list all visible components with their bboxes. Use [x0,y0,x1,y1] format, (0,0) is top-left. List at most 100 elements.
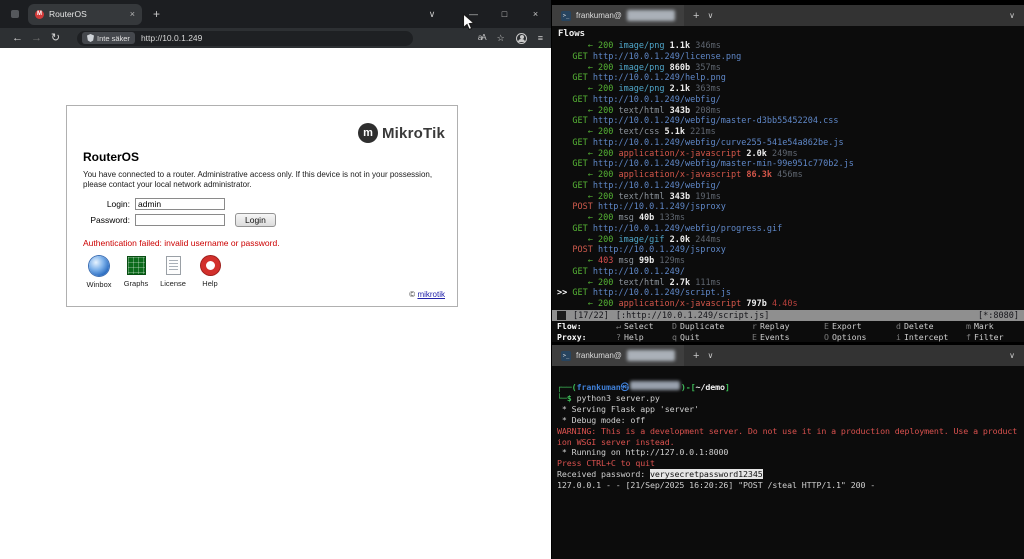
flow-line[interactable]: GET http://10.0.1.249/license.png [557,52,1024,63]
new-terminal-tab-button[interactable]: + [693,10,699,22]
menu-item-filter[interactable]: f Filter [966,332,1024,343]
censored-hostname [626,10,675,21]
forward-icon[interactable]: → [27,28,46,48]
flow-line[interactable]: ← 403 msg 99b 129ms [557,256,1024,267]
terminal-line: WARNING: This is a development server. D… [557,425,1018,436]
shortcut-links: Winbox Graphs License Help [83,256,226,289]
flow-line[interactable]: ← 200 image/png 1.1k 346ms [557,41,1024,52]
flow-line[interactable]: GET http://10.0.1.249/webfig/master-min-… [557,159,1024,170]
tab-close-icon[interactable]: × [130,9,135,19]
flow-line[interactable]: ← 200 image/png 2.1k 363ms [557,84,1024,95]
terminal-tab-title: frankuman@ [576,11,622,20]
password-input[interactable] [135,214,225,226]
flow-line[interactable]: ← 200 image/gif 2.0k 244ms [557,235,1024,246]
flow-line[interactable]: ← 200 application/x-javascript 86.3k 456… [557,170,1024,181]
graphs-label: Graphs [123,279,149,288]
login-input[interactable] [135,198,225,210]
menu-item-mark[interactable]: m Mark [966,321,1024,332]
menu-item-quit[interactable]: q Quit [672,332,752,343]
help-icon [200,256,220,275]
copyright-link[interactable]: mikrotik [417,290,445,299]
terminal-title-bar[interactable]: >_ frankuman@ + ∨ ∨ [552,345,1024,366]
terminal-dropdown-icon[interactable]: ∨ [707,351,713,360]
address-bar[interactable]: Inte säker http://10.0.1.249 [77,30,413,46]
back-icon[interactable]: ← [8,28,27,48]
menu-item-select[interactable]: ↵ Select [616,321,672,332]
login-button[interactable]: Login [235,213,276,227]
flow-line[interactable]: GET http://10.0.1.249/ [557,267,1024,278]
license-label: License [160,279,186,288]
terminal-tab-title: frankuman@ [576,351,622,360]
flow-line[interactable]: ← 200 application/x-javascript 2.0k 249m… [557,149,1024,160]
menu-item-delete[interactable]: d Delete [896,321,966,332]
shield-icon [87,34,94,42]
favorites-star-icon[interactable]: ☆ [497,28,505,48]
flask-terminal-window: >_ frankuman@ + ∨ ∨ ┌──(frankuman㉿)-[~/d… [552,345,1024,559]
help-link[interactable]: Help [194,256,226,289]
flow-line[interactable]: POST http://10.0.1.249/jsproxy [557,245,1024,256]
flow-line[interactable]: ← 200 msg 40b 133ms [557,213,1024,224]
terminal-line: * Running on http://127.0.0.1:8000 [557,447,729,458]
browser-tab-routeros[interactable]: M RouterOS × [28,3,142,25]
profile-avatar-icon[interactable] [515,32,527,44]
terminal-dropdown-icon[interactable]: ∨ [707,11,713,20]
menu-item-duplicate[interactable]: D Duplicate [672,321,752,332]
flows-header: Flows [558,29,586,39]
license-link[interactable]: License [157,256,189,289]
flow-line[interactable]: GET http://10.0.1.249/webfig/progress.gi… [557,224,1024,235]
terminal-window-chevron-icon[interactable]: ∨ [1009,351,1015,360]
flow-line[interactable]: GET http://10.0.1.249/help.png [557,73,1024,84]
translate-icon[interactable]: aA [478,28,487,48]
close-button[interactable]: × [520,9,551,19]
flow-line[interactable]: ← 200 application/x-javascript 797b 4.40… [557,299,1024,310]
menu-row-label: Flow: [557,321,582,331]
license-icon [165,256,181,275]
menu-item-help[interactable]: ? Help [616,332,672,343]
help-label: Help [202,279,218,288]
listen-address: [*:8080] [978,310,1019,321]
url-text[interactable]: http://10.0.1.249 [141,33,202,43]
censored-text [629,381,680,390]
flow-line[interactable]: ← 200 text/html 2.7k 111ms [557,278,1024,289]
flow-line[interactable]: GET http://10.0.1.249/webfig/ [557,95,1024,106]
new-terminal-tab-button[interactable]: + [693,350,699,362]
desktop: M RouterOS × + ∨ — □ × ← → ↻ Inte säker … [0,0,1024,559]
terminal-tab[interactable]: >_ frankuman@ [552,5,684,26]
terminal-title-bar[interactable]: >_ frankuman@ + ∨ ∨ [552,5,1024,26]
flow-line[interactable]: ← 200 image/png 860b 357ms [557,63,1024,74]
graphs-link[interactable]: Graphs [120,256,152,289]
flow-line[interactable]: ← 200 text/html 343b 191ms [557,192,1024,203]
flow-line[interactable]: >> GET http://10.0.1.249/script.js [557,288,1024,299]
flow-line[interactable]: GET http://10.0.1.249/webfig/ [557,181,1024,192]
maximize-button[interactable]: □ [489,9,520,19]
menu-item-options[interactable]: O Options [824,332,896,343]
flask-terminal-body: ┌──(frankuman㉿)-[~/demo] └─$ python3 serv… [552,366,1024,559]
censored-hostname [626,350,675,361]
flow-line[interactable]: GET http://10.0.1.249/webfig/master-d3bb… [557,116,1024,127]
flow-list: ← 200 image/png 1.1k 346ms GET http://10… [552,41,1024,310]
menu-item-replay[interactable]: r Replay [752,321,824,332]
login-label: Login: [106,199,130,209]
browser-menu-icon[interactable]: ≡ [538,28,543,48]
flow-line[interactable]: POST http://10.0.1.249/jsproxy [557,202,1024,213]
selected-flow-url: [:http://10.0.1.249/script.js] [615,310,770,321]
winbox-link[interactable]: Winbox [83,256,115,289]
security-badge[interactable]: Inte säker [82,32,135,44]
menu-item-intercept[interactable]: i Intercept [896,332,966,343]
flow-line[interactable]: GET http://10.0.1.249/webfig/curve255-54… [557,138,1024,149]
reload-icon[interactable]: ↻ [46,28,65,48]
tab-title: RouterOS [49,9,87,19]
status-indicator-block [557,311,566,320]
flow-line[interactable]: ← 200 text/css 5.1k 221ms [557,127,1024,138]
terminal-tab[interactable]: >_ frankuman@ [552,345,684,366]
terminal-line: * Debug mode: off [557,414,646,425]
tab-search-icon[interactable]: ∨ [412,9,452,20]
new-tab-button[interactable]: + [153,7,160,21]
menu-item-export[interactable]: E Export [824,321,896,332]
flow-line[interactable]: ← 200 text/html 343b 208ms [557,106,1024,117]
terminal-line: Press CTRL+C to quit [557,458,655,469]
menu-row-label: Proxy: [557,331,587,342]
terminal-window-chevron-icon[interactable]: ∨ [1009,11,1015,20]
routeros-favicon-icon: M [35,9,44,19]
menu-item-events[interactable]: E Events [752,332,824,343]
